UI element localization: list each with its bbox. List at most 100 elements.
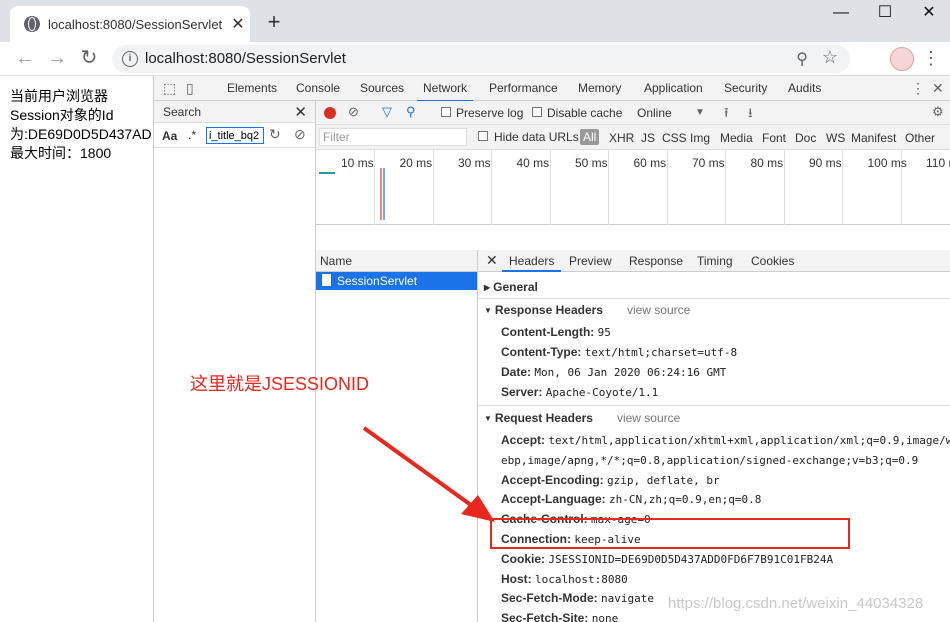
tab-close-icon[interactable]: ✕ xyxy=(226,14,250,34)
maximize-button[interactable]: ☐ xyxy=(862,0,908,28)
export-har-icon[interactable]: ⭳ xyxy=(748,104,753,126)
tab-console[interactable]: Console xyxy=(296,81,340,95)
timeline-tick-label: 40 ms xyxy=(516,156,550,170)
info-icon[interactable]: i xyxy=(122,51,138,67)
search-icon[interactable]: ⚲ xyxy=(406,104,416,120)
header-key: Sec-Fetch-Site: xyxy=(501,611,589,622)
header-key: Cookie: xyxy=(501,551,546,566)
import-har-icon[interactable]: ⭱ xyxy=(724,104,729,126)
tab-network[interactable]: Network xyxy=(416,81,474,102)
timeline-gridline xyxy=(491,150,492,225)
page-line: 为:DE69D0D5D437AD xyxy=(10,126,152,142)
regex-toggle[interactable]: .* xyxy=(188,128,196,142)
request-row[interactable]: SessionServlet xyxy=(316,272,477,290)
filter-icon[interactable]: ▽ xyxy=(382,104,392,120)
response-headers-toggle[interactable]: ▼ Response Headers view source xyxy=(484,303,690,317)
tab-headers[interactable]: Headers xyxy=(501,254,562,272)
header-row: Accept: text/html,application/xhtml+xml,… xyxy=(501,433,950,447)
url-text[interactable]: localhost:8080/SessionServlet xyxy=(145,50,346,67)
filter-type-other[interactable]: Other xyxy=(905,131,935,145)
filter-type-all[interactable]: All xyxy=(580,129,600,145)
timeline-overview[interactable]: 10 ms 20 ms 30 ms 40 ms 50 ms 60 ms 70 ms 80 ms… xyxy=(316,150,950,225)
page-content: 当前用户浏览器 Session对象的Id 为:DE69D0D5D437AD 最大… xyxy=(0,76,153,622)
request-name: SessionServlet xyxy=(337,274,418,288)
hide-data-urls-checkbox[interactable] xyxy=(478,131,488,141)
timeline-gridline xyxy=(374,150,375,225)
bookmark-star-icon[interactable]: ☆ xyxy=(822,47,838,68)
tab-performance[interactable]: Performance xyxy=(489,81,558,95)
disable-cache-checkbox[interactable] xyxy=(532,107,542,117)
clear-log-icon[interactable]: ⊘ xyxy=(348,104,359,120)
divider xyxy=(478,298,950,299)
general-section-toggle[interactable]: ▶ General xyxy=(484,280,538,294)
filter-type-media[interactable]: Media xyxy=(720,131,753,145)
header-row: Content-Length: 95 xyxy=(501,325,611,339)
browser-menu-icon[interactable]: ⋮ xyxy=(922,48,940,69)
zoom-icon[interactable]: ⚲ xyxy=(796,49,808,69)
network-toolbar: ⊘ ▽ ⚲ Preserve log Disable cache Online … xyxy=(316,101,950,125)
tab-application[interactable]: Application xyxy=(644,81,703,95)
filter-type-js[interactable]: JS xyxy=(641,131,655,145)
filter-input[interactable]: Filter xyxy=(319,128,467,146)
view-source-link[interactable]: view source xyxy=(627,303,690,317)
devtools-close-icon[interactable]: ✕ xyxy=(932,80,944,97)
detail-close-icon[interactable]: ✕ xyxy=(486,252,498,269)
header-value: 95 xyxy=(597,326,611,339)
tab-memory[interactable]: Memory xyxy=(578,81,621,95)
record-icon[interactable] xyxy=(324,107,336,119)
reload-icon[interactable]: ↻ xyxy=(76,46,102,72)
timeline-tick-label: 10 ms xyxy=(341,156,374,170)
tab-elements[interactable]: Elements xyxy=(227,81,277,95)
header-value: Apache-Coyote/1.1 xyxy=(545,386,659,399)
chevron-down-icon[interactable]: ▼ xyxy=(695,107,705,118)
window-close-button[interactable]: ✕ xyxy=(906,0,950,28)
search-close-icon[interactable]: ✕ xyxy=(294,103,307,121)
search-row: Aa .* ↻ ⊘ xyxy=(154,123,315,148)
timeline-gridline xyxy=(842,150,843,225)
tab-cookies[interactable]: Cookies xyxy=(751,254,794,268)
tab-preview[interactable]: Preview xyxy=(569,254,612,268)
address-bar[interactable]: i localhost:8080/SessionServlet ⚲ ☆ xyxy=(112,45,850,73)
settings-gear-icon[interactable]: ⚙ xyxy=(932,104,944,120)
browser-tab[interactable]: localhost:8080/SessionServlet ✕ xyxy=(10,6,250,42)
filter-type-xhr[interactable]: XHR xyxy=(609,131,634,145)
view-source-link[interactable]: view source xyxy=(617,411,680,425)
back-icon[interactable]: ← xyxy=(12,46,38,72)
forward-icon[interactable]: → xyxy=(44,46,70,72)
tab-security[interactable]: Security xyxy=(724,81,767,95)
filter-type-manifest[interactable]: Manifest xyxy=(851,131,896,145)
refresh-icon[interactable]: ↻ xyxy=(269,126,281,143)
new-tab-button[interactable]: + xyxy=(262,10,286,34)
timeline-tick-label: 30 ms xyxy=(458,156,491,170)
filter-type-ws[interactable]: WS xyxy=(826,131,845,145)
device-toolbar-icon[interactable]: ▯ xyxy=(186,80,194,97)
search-input[interactable] xyxy=(206,127,264,144)
filter-type-doc[interactable]: Doc xyxy=(795,131,816,145)
inspect-element-icon[interactable]: ⬚ xyxy=(163,80,176,97)
response-headers-title: Response Headers xyxy=(494,303,603,317)
filter-type-font[interactable]: Font xyxy=(762,131,786,145)
tab-timing[interactable]: Timing xyxy=(697,254,733,268)
header-row: Sec-Fetch-Mode: navigate xyxy=(501,591,654,605)
header-key: Sec-Fetch-Mode: xyxy=(501,591,598,606)
timeline-tick-label: 50 ms xyxy=(575,156,608,170)
tab-sources[interactable]: Sources xyxy=(360,81,404,95)
throttle-select[interactable]: Online xyxy=(637,106,672,120)
watermark: https://blog.csdn.net/weixin_44034328 xyxy=(668,595,924,612)
devtools-menu-icon[interactable]: ⋮ xyxy=(911,80,925,97)
tab-audits[interactable]: Audits xyxy=(788,81,821,95)
header-value: text/html;charset=utf-8 xyxy=(584,346,738,359)
clear-icon[interactable]: ⊘ xyxy=(294,126,306,143)
column-header-name[interactable]: Name xyxy=(316,250,477,272)
profile-avatar[interactable] xyxy=(890,47,914,71)
filter-type-img[interactable]: Img xyxy=(690,131,710,145)
filter-type-css[interactable]: CSS xyxy=(662,131,687,145)
minimize-button[interactable]: — xyxy=(818,0,864,28)
preserve-log-checkbox[interactable] xyxy=(441,107,451,117)
match-case-toggle[interactable]: Aa xyxy=(162,129,177,143)
page-line: 当前用户浏览器 xyxy=(10,88,108,104)
browser-titlebar: localhost:8080/SessionServlet ✕ + — ☐ ✕ xyxy=(0,0,950,42)
tab-response[interactable]: Response xyxy=(629,254,683,268)
request-headers-toggle[interactable]: ▼ Request Headers view source xyxy=(484,411,680,425)
header-row: ebp,image/apng,*/*;q=0.8,application/sig… xyxy=(501,453,918,467)
